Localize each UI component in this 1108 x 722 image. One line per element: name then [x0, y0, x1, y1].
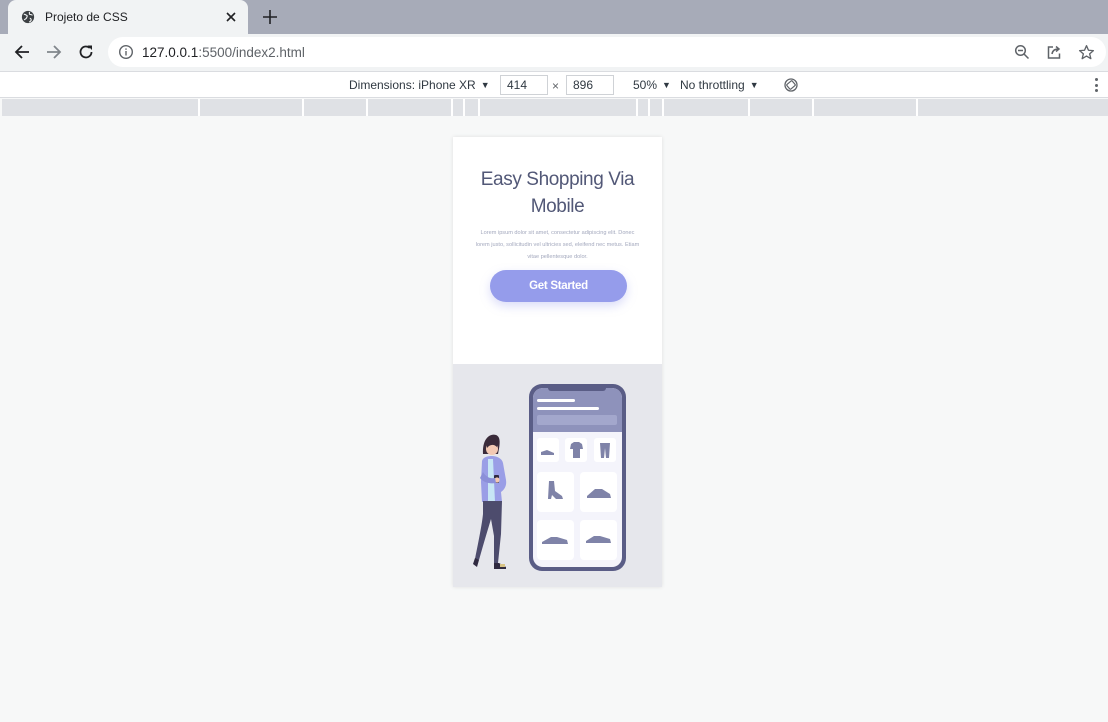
- page-title: Easy Shopping Via Mobile: [453, 166, 662, 220]
- more-vert-icon[interactable]: [1090, 77, 1102, 93]
- tab-strip: Projeto de CSS: [0, 0, 1108, 34]
- device-width-input[interactable]: [500, 75, 548, 95]
- star-icon[interactable]: [1077, 43, 1095, 61]
- url-text: 127.0.0.1:5500/index2.html: [142, 45, 305, 60]
- page-title-line-2: Mobile: [530, 196, 585, 217]
- chevron-down-icon: ▼: [480, 80, 490, 90]
- address-bar[interactable]: 127.0.0.1:5500/index2.html: [108, 37, 1106, 67]
- close-icon[interactable]: [220, 6, 242, 28]
- browser-toolbar: 127.0.0.1:5500/index2.html: [0, 34, 1108, 71]
- shopping-illustration: [453, 364, 662, 587]
- dimensions-label: Dimensions: iPhone XR: [349, 78, 476, 92]
- get-started-button[interactable]: Get Started: [490, 270, 627, 302]
- zoom-out-icon[interactable]: [1013, 43, 1031, 61]
- arrow-right-icon[interactable]: [40, 38, 68, 66]
- woman-with-phone-illustration: [473, 384, 626, 571]
- tab-title: Projeto de CSS: [45, 10, 128, 24]
- zoom-select[interactable]: 50% ▼: [633, 78, 671, 92]
- chevron-down-icon: ▼: [662, 80, 671, 90]
- page-title-line-1: Easy Shopping Via: [480, 169, 635, 190]
- zoom-label: 50%: [633, 78, 658, 92]
- dimension-separator: ×: [552, 79, 560, 93]
- browser-tab[interactable]: Projeto de CSS: [8, 0, 248, 34]
- globe-icon: [20, 9, 36, 25]
- info-icon[interactable]: [118, 44, 134, 60]
- device-dimensions-select[interactable]: Dimensions: iPhone XR ▼: [349, 78, 490, 92]
- page-description: Lorem ipsum dolor sit amet, consectetur …: [475, 230, 640, 260]
- throttling-label: No throttling: [680, 78, 745, 92]
- share-icon[interactable]: [1045, 43, 1063, 61]
- throttling-select[interactable]: No throttling ▼: [680, 78, 759, 92]
- rotate-icon[interactable]: [783, 77, 799, 93]
- device-viewport: Easy Shopping Via Mobile Lorem ipsum dol…: [453, 137, 662, 587]
- device-toolbar: Dimensions: iPhone XR ▼ × 50% ▼ No throttl…: [0, 71, 1108, 98]
- device-height-input[interactable]: [566, 75, 614, 95]
- plus-icon[interactable]: [256, 4, 284, 30]
- media-query-ruler[interactable]: [2, 99, 1108, 116]
- chevron-down-icon: ▼: [749, 80, 759, 90]
- url-path: :5500/index2.html: [198, 45, 305, 60]
- reload-icon[interactable]: [72, 38, 100, 66]
- url-host: 127.0.0.1: [142, 45, 199, 60]
- arrow-left-icon[interactable]: [8, 38, 36, 66]
